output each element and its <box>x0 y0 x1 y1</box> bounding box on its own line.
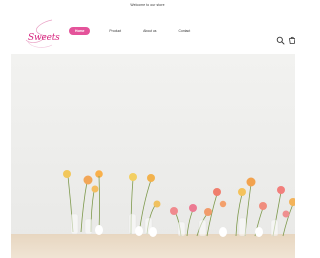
nav-item-contact[interactable]: Contact <box>179 27 191 35</box>
hero-banner[interactable] <box>11 54 295 258</box>
nav-item-about-us[interactable]: About us <box>143 27 156 35</box>
storefront-page: Welcome to our store Sweets Home Product… <box>0 0 295 258</box>
search-icon[interactable] <box>276 36 285 45</box>
nav-item-product[interactable]: Product <box>109 27 121 35</box>
store-logo[interactable]: Sweets <box>22 18 60 50</box>
nav-item-home[interactable]: Home <box>69 27 91 35</box>
announcement-bar: Welcome to our store <box>0 0 295 10</box>
main-nav: Home Product About us Contact <box>69 27 190 35</box>
site-header: Sweets Home Product About us Contact <box>0 10 295 54</box>
announcement-text: Welcome to our store <box>130 3 165 7</box>
logo-text: Sweets <box>28 33 60 43</box>
hero-image <box>11 54 295 258</box>
cart-icon[interactable] <box>288 36 295 45</box>
